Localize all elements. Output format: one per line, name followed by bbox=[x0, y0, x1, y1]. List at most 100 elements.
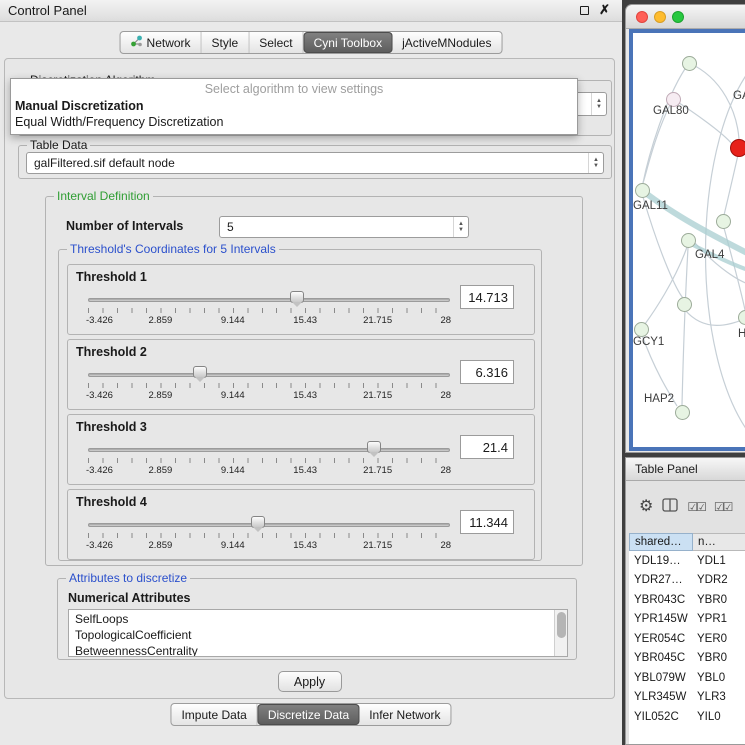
control-panel: Control Panel ✗ Network Style Select Cyn… bbox=[0, 0, 622, 745]
apply-button[interactable]: Apply bbox=[278, 671, 342, 692]
cell-name[interactable]: YBL0 bbox=[693, 672, 745, 684]
scale-tick-label: 28 bbox=[440, 390, 451, 401]
numerical-attributes-listbox[interactable]: SelfLoopsTopologicalCoefficientBetweenne… bbox=[68, 609, 568, 657]
table-row[interactable]: YIL052CYIL0 bbox=[629, 707, 745, 727]
slider-thumb[interactable] bbox=[290, 291, 304, 303]
cell-shared-name[interactable]: YIL052C bbox=[629, 711, 693, 723]
minimize-traffic-light-icon[interactable] bbox=[654, 11, 666, 23]
slider-thumb[interactable] bbox=[367, 441, 381, 453]
cell-shared-name[interactable]: YDR27… bbox=[629, 574, 693, 586]
slider-track[interactable] bbox=[88, 298, 450, 302]
tab-discretize-data[interactable]: Discretize Data bbox=[258, 704, 359, 725]
cell-shared-name[interactable]: YBR045C bbox=[629, 652, 693, 664]
close-traffic-light-icon[interactable] bbox=[636, 11, 648, 23]
cell-name[interactable]: YLR3 bbox=[693, 691, 745, 703]
column-header-name[interactable]: n… bbox=[693, 533, 745, 551]
cell-shared-name[interactable]: YLR345W bbox=[629, 691, 693, 703]
cell-name[interactable]: YPR1 bbox=[693, 613, 745, 625]
network-node[interactable] bbox=[634, 322, 649, 337]
slider-scale: -3.4262.8599.14415.4321.71528 bbox=[88, 465, 450, 477]
cell-shared-name[interactable]: YER054C bbox=[629, 633, 693, 645]
column-header-shared-name[interactable]: shared… bbox=[629, 533, 693, 551]
cell-name[interactable]: YIL0 bbox=[693, 711, 745, 723]
cell-shared-name[interactable]: YBL079W bbox=[629, 672, 693, 684]
threshold-label: Threshold 3 bbox=[76, 420, 147, 434]
list-scrollbar[interactable] bbox=[554, 610, 567, 656]
node-label: GA bbox=[733, 90, 745, 102]
attributes-group: Attributes to discretize Numerical Attri… bbox=[57, 578, 577, 660]
table-row[interactable]: YBR043CYBR0 bbox=[629, 590, 745, 610]
slider-scale: -3.4262.8599.14415.4321.71528 bbox=[88, 390, 450, 402]
threshold-value-field[interactable]: 14.713 bbox=[460, 285, 514, 309]
network-node[interactable] bbox=[677, 297, 692, 312]
table-row[interactable]: YBL079WYBL0 bbox=[629, 668, 745, 688]
tab-infer-network[interactable]: Infer Network bbox=[359, 704, 450, 725]
threshold-value-field[interactable]: 11.344 bbox=[460, 510, 514, 534]
network-view-window: GAL80 GAL11 GAL4 GCY1 HAP2 GA H bbox=[625, 4, 745, 453]
numerical-attributes-label: Numerical Attributes bbox=[68, 591, 190, 605]
dropdown-item-manual-discretization[interactable]: Manual Discretization bbox=[11, 98, 577, 114]
network-node[interactable] bbox=[682, 56, 697, 71]
table-row[interactable]: YBR045CYBR0 bbox=[629, 649, 745, 669]
threshold-slider[interactable]: -3.4262.8599.14415.4321.71528 bbox=[88, 439, 450, 481]
node-label: GAL80 bbox=[653, 105, 689, 117]
dropdown-placeholder-item[interactable]: Select algorithm to view settings bbox=[11, 79, 577, 98]
slider-ticks bbox=[88, 533, 450, 538]
cyni-toolbox-panel: Discretization Algorithm Select algorith… bbox=[4, 58, 615, 699]
tab-cyni-toolbox[interactable]: Cyni Toolbox bbox=[304, 32, 392, 53]
threshold-value-field[interactable]: 21.4 bbox=[460, 435, 514, 459]
network-node-selected[interactable] bbox=[730, 139, 745, 157]
cell-name[interactable]: YDR2 bbox=[693, 574, 745, 586]
table-data-combo[interactable]: galFiltered.sif default node ▲▼ bbox=[26, 152, 604, 174]
attribute-list-item[interactable]: BetweennessCentrality bbox=[69, 643, 567, 657]
threshold-slider[interactable]: -3.4262.8599.14415.4321.71528 bbox=[88, 289, 450, 331]
tab-jactivemnodules[interactable]: jActiveMNodules bbox=[392, 32, 501, 53]
threshold-slider[interactable]: -3.4262.8599.14415.4321.71528 bbox=[88, 364, 450, 406]
network-node[interactable] bbox=[675, 405, 690, 420]
slider-track[interactable] bbox=[88, 523, 450, 527]
cell-shared-name[interactable]: YDL19… bbox=[629, 555, 693, 567]
column-manager-icon[interactable] bbox=[662, 498, 678, 517]
table-row[interactable]: YDR27…YDR2 bbox=[629, 571, 745, 591]
slider-track[interactable] bbox=[88, 448, 450, 452]
tab-impute-data[interactable]: Impute Data bbox=[171, 704, 257, 725]
cell-name[interactable]: YDL1 bbox=[693, 555, 745, 567]
threshold-panel-2: Threshold 2 -3.4262.8599.14415.4321.7152… bbox=[67, 339, 535, 410]
scale-tick-label: 28 bbox=[440, 315, 451, 326]
slider-thumb[interactable] bbox=[251, 516, 265, 528]
scale-tick-label: 15.43 bbox=[293, 465, 317, 476]
attribute-list-item[interactable]: SelfLoops bbox=[69, 611, 567, 627]
network-node[interactable] bbox=[681, 233, 696, 248]
tab-network[interactable]: Network bbox=[121, 32, 202, 53]
network-canvas[interactable]: GAL80 GAL11 GAL4 GCY1 HAP2 GA H bbox=[629, 29, 745, 451]
cell-name[interactable]: YBR0 bbox=[693, 652, 745, 664]
cell-name[interactable]: YER0 bbox=[693, 633, 745, 645]
tab-select[interactable]: Select bbox=[249, 32, 303, 53]
tab-style[interactable]: Style bbox=[202, 32, 250, 53]
table-row[interactable]: YLR345WYLR3 bbox=[629, 688, 745, 708]
network-node[interactable] bbox=[635, 183, 650, 198]
network-node[interactable] bbox=[716, 214, 731, 229]
threshold-label: Threshold 1 bbox=[76, 270, 147, 284]
number-of-intervals-combo[interactable]: 5 ▲▼ bbox=[219, 216, 469, 238]
table-row[interactable]: YER054CYER0 bbox=[629, 629, 745, 649]
table-row[interactable]: YDL19…YDL1 bbox=[629, 551, 745, 571]
scrollbar-thumb[interactable] bbox=[557, 612, 566, 638]
threshold-slider[interactable]: -3.4262.8599.14415.4321.71528 bbox=[88, 514, 450, 556]
slider-thumb[interactable] bbox=[193, 366, 207, 378]
panel-title: Control Panel bbox=[8, 3, 87, 18]
attribute-list-item[interactable]: TopologicalCoefficient bbox=[69, 627, 567, 643]
float-window-icon[interactable] bbox=[580, 6, 589, 15]
table-row[interactable]: YPR145WYPR1 bbox=[629, 610, 745, 630]
deselect-checkboxes-icon[interactable]: ☑☑ bbox=[714, 500, 732, 514]
slider-track[interactable] bbox=[88, 373, 450, 377]
zoom-traffic-light-icon[interactable] bbox=[672, 11, 684, 23]
settings-gear-icon[interactable]: ⚙ bbox=[639, 499, 653, 515]
dropdown-item-equal-width[interactable]: Equal Width/Frequency Discretization bbox=[11, 114, 577, 130]
select-all-checkboxes-icon[interactable]: ☑☑ bbox=[687, 500, 705, 514]
cell-shared-name[interactable]: YPR145W bbox=[629, 613, 693, 625]
close-icon[interactable]: ✗ bbox=[599, 2, 610, 18]
cell-shared-name[interactable]: YBR043C bbox=[629, 594, 693, 606]
threshold-value-field[interactable]: 6.316 bbox=[460, 360, 514, 384]
cell-name[interactable]: YBR0 bbox=[693, 594, 745, 606]
